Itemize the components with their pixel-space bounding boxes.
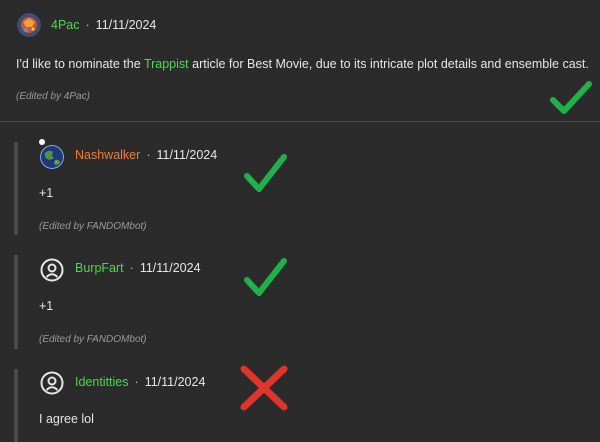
username-link[interactable]: Nashwalker <box>75 148 140 162</box>
username-link[interactable]: Identitties <box>75 375 129 389</box>
check-icon <box>550 81 592 114</box>
comment-thread: 4Pac · 11/11/2024 I'd like to nominate t… <box>0 0 600 442</box>
check-icon <box>244 258 287 296</box>
username-link[interactable]: BurpFart <box>75 261 124 275</box>
edited-note: (Edited by 4Pac) <box>16 91 90 102</box>
reply-thread-bar <box>14 255 18 349</box>
user-avatar-icon <box>17 13 41 37</box>
check-icon <box>244 154 287 192</box>
comment-body: +1 <box>39 186 54 200</box>
cross-icon <box>240 365 288 411</box>
meta-separator: · <box>129 261 134 275</box>
default-user-icon <box>40 371 64 395</box>
comment-date: 11/11/2024 <box>156 148 218 162</box>
reply-thread-bar <box>14 369 18 442</box>
comment-body: +1 <box>39 299 54 313</box>
edited-note: (Edited by FANDOMbot) <box>39 221 147 232</box>
meta-separator: · <box>134 375 139 389</box>
comment-meta: BurpFart · 11/11/2024 <box>75 261 201 275</box>
comment-body: I agree lol <box>39 412 94 426</box>
star-badge-icon <box>39 139 45 145</box>
edited-note: (Edited by FANDOMbot) <box>39 334 147 345</box>
comment-date: 11/11/2024 <box>139 261 201 275</box>
comment-text-before: I'd like to nominate the <box>16 57 144 71</box>
comment-meta: Nashwalker · 11/11/2024 <box>75 148 217 162</box>
avatar[interactable] <box>40 145 64 169</box>
meta-separator: · <box>146 148 151 162</box>
meta-separator: · <box>85 18 90 32</box>
article-link[interactable]: Trappist <box>144 57 189 71</box>
avatar[interactable] <box>40 371 64 395</box>
username-link[interactable]: 4Pac <box>51 18 80 32</box>
reply-thread-bar <box>14 142 18 235</box>
comment-meta: 4Pac · 11/11/2024 <box>51 18 156 32</box>
reply-comment: Identitties · 11/11/2024 I agree lol <box>14 365 600 442</box>
earth-avatar-icon <box>40 145 64 169</box>
reply-comment: BurpFart · 11/11/2024 +1 (Edited by FAND… <box>14 255 600 349</box>
avatar[interactable] <box>40 258 64 282</box>
divider <box>0 121 600 122</box>
comment-date: 11/11/2024 <box>144 375 206 389</box>
comment-date: 11/11/2024 <box>95 18 157 32</box>
avatar[interactable] <box>17 13 41 37</box>
reply-comment: Nashwalker · 11/11/2024 +1 (Edited by FA… <box>14 139 600 235</box>
comment-body: I'd like to nominate the Trappist articl… <box>16 57 589 71</box>
comment-meta: Identitties · 11/11/2024 <box>75 375 205 389</box>
comment-text-after: article for Best Movie, due to its intri… <box>188 57 589 71</box>
default-user-icon <box>40 258 64 282</box>
top-comment: 4Pac · 11/11/2024 I'd like to nominate t… <box>0 0 600 122</box>
